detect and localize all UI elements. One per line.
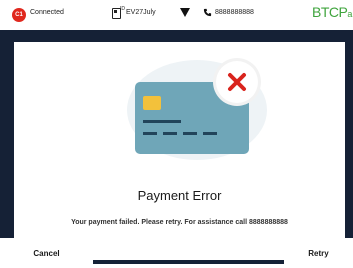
payment-error-panel: Payment Error Your payment failed. Pleas… — [14, 42, 345, 260]
error-title: Payment Error — [137, 188, 222, 203]
connection-status-label: Connected — [30, 9, 64, 16]
status-bar: C1 Connected ID EV27July 8888888888 BTCP… — [0, 0, 353, 30]
brand-logo: BTCPa — [312, 4, 352, 20]
phone-icon — [203, 8, 212, 17]
support-phone-label: 8888888888 — [215, 9, 254, 16]
signal-triangle-icon — [180, 8, 190, 17]
error-x-icon — [213, 58, 261, 106]
error-message: Your payment failed. Please retry. For a… — [71, 219, 288, 226]
vehicle-id-label: EV27July — [126, 9, 156, 16]
credit-card-error-illustration — [127, 58, 267, 160]
vehicle-id-superscript: ID — [120, 6, 125, 12]
connection-status-icon: C1 — [12, 8, 26, 22]
main-screen: Payment Error Your payment failed. Pleas… — [0, 30, 353, 268]
